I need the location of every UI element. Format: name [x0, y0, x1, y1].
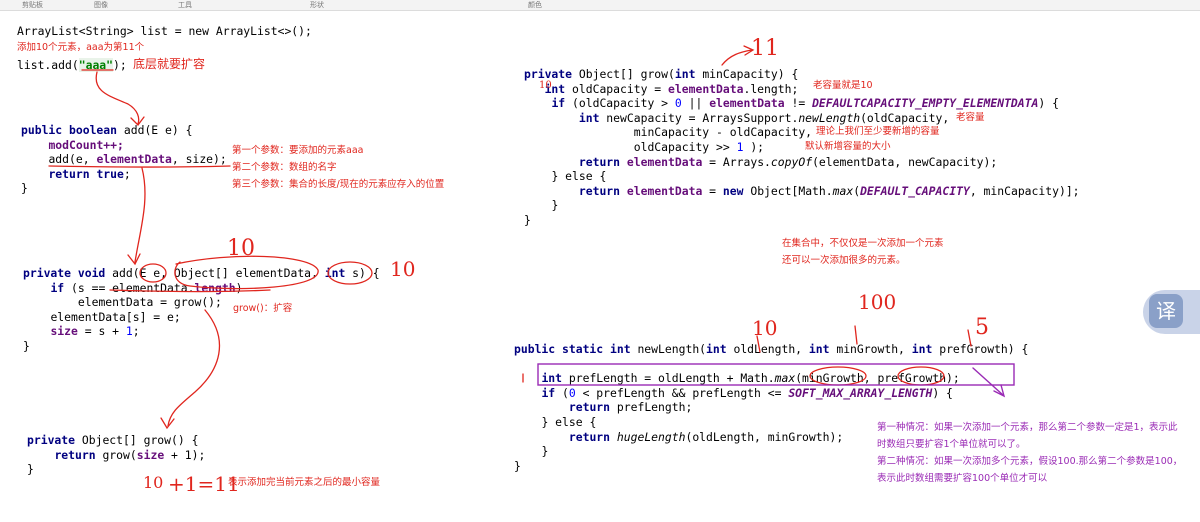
toolbar-image[interactable]: 图像 — [94, 0, 108, 10]
hw-ten-small: 10 — [539, 80, 552, 91]
hw-plus-one: +1=11 — [168, 472, 240, 496]
code-add-method: public boolean add(E e) { modCount++; ad… — [21, 123, 227, 196]
note-old-capacity: 老容量就是10 — [813, 80, 873, 91]
arrow-head-helper — [127, 253, 141, 266]
note-param2: 第二个参数：数组的名字 — [232, 162, 337, 173]
note-add-10: 添加10个元素，aaa为第11个 — [17, 42, 145, 53]
hw-ten-e: 10 — [143, 473, 164, 492]
toolbar-shapes[interactable]: 形状 — [310, 0, 324, 10]
note-grow: grow()：扩容 — [233, 303, 293, 314]
hw-five: 5 — [975, 315, 989, 340]
hw-ten-d: 10 — [752, 316, 778, 340]
note-case1-b: 时数组只要扩容1个单位就可以了。 — [877, 439, 1026, 450]
note-case2-a: 第二种情况：如果一次添加多个元素，假设100.那么第二个参数是100， — [877, 456, 1183, 467]
code-grow-arg: private Object[] grow(int minCapacity) {… — [524, 67, 1080, 227]
arrow-eleven — [721, 49, 753, 66]
note-collection-1: 在集合中，不仅仅是一次添加一个元素 — [782, 238, 944, 249]
translate-icon: 译 — [1149, 294, 1183, 328]
code-add-call: list.add("aaa"); — [17, 58, 127, 72]
code-decl: ArrayList<String> list = new ArrayList<>… — [17, 24, 312, 38]
code-new-length: public static int newLength(int oldLengt… — [514, 342, 1029, 473]
hw-eleven: 11 — [751, 36, 779, 61]
note-param3: 第三个参数：集合的长度/现在的元素应存入的位置 — [232, 179, 445, 190]
note-collection-2: 还可以一次添加很多的元素。 — [782, 255, 906, 266]
code-helper-add: private void add(E e, Object[] elementDa… — [23, 266, 380, 353]
note-param1: 第一个参数：要添加的元素aaa — [232, 145, 364, 156]
hw-hundred: 100 — [858, 290, 897, 314]
hw-ten-b: 10 — [390, 257, 416, 281]
note-case1-a: 第一种情况：如果一次添加一个元素，那么第二个参数一定是1，表示此 — [877, 422, 1178, 433]
toolbar-colors[interactable]: 颜色 — [528, 0, 542, 10]
code-grow-noarg: private Object[] grow() { return grow(si… — [27, 433, 206, 477]
toolbar-strip: 剪贴板 图像 工具 形状 颜色 — [0, 0, 1200, 11]
note-min-capacity: 表示添加完当前元素之后的最小容量 — [228, 477, 381, 488]
arrow-aaa-to-add — [95, 71, 140, 125]
arrow-head-grow — [160, 417, 175, 430]
translate-button[interactable]: 译 — [1143, 290, 1200, 334]
note-theory-min: 理论上我们至少要新增的容量 — [816, 126, 940, 137]
note-default-new: 默认新增容量的大小 — [805, 141, 891, 152]
toolbar-tools[interactable]: 工具 — [178, 0, 192, 10]
toolbar-clipboard[interactable]: 剪贴板 — [22, 0, 43, 10]
note-expand: 底层就要扩容 — [133, 57, 206, 71]
hw-ten-a: 10 — [227, 236, 255, 261]
note-case2-b: 表示此时数组需要扩容100个单位才可以 — [877, 473, 1048, 484]
note-old-capacity-2: 老容量 — [956, 112, 985, 123]
